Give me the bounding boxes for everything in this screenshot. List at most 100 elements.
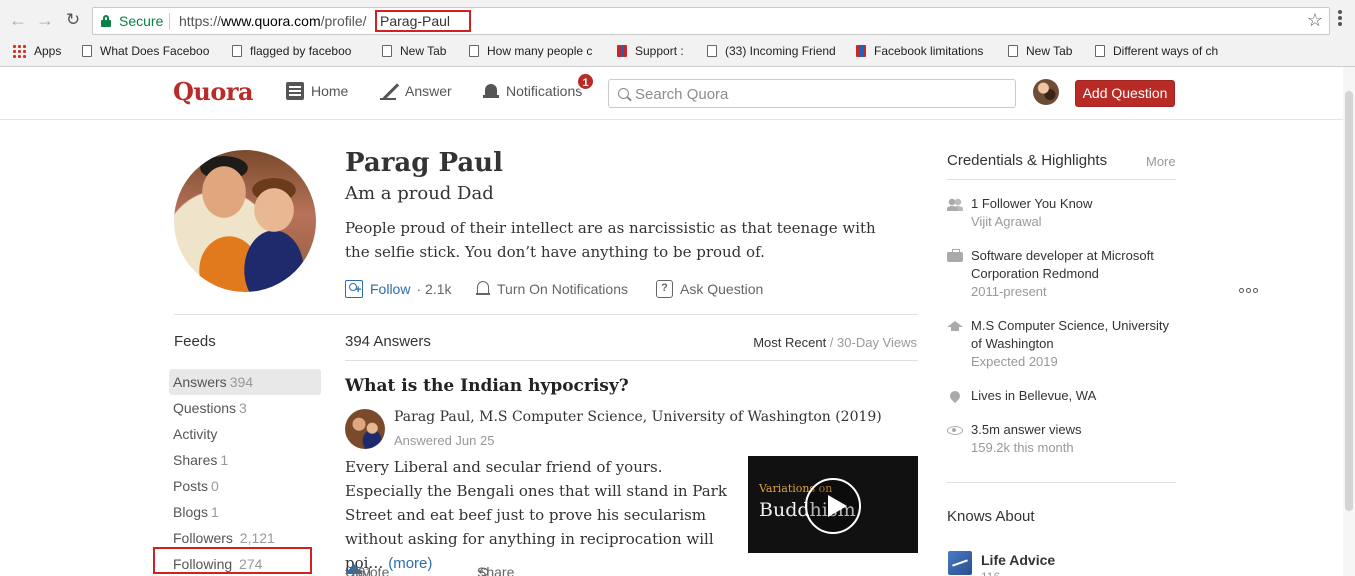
notification-badge: 1 [576, 72, 595, 91]
nav-home[interactable]: Home [286, 82, 348, 100]
bookmark-label: New Tab [400, 44, 447, 58]
page-icon [1008, 45, 1018, 57]
feed-item-answers[interactable]: Answers 394 [169, 369, 321, 395]
feed-item-posts[interactable]: Posts 0 [169, 473, 321, 499]
bookmark-star-icon[interactable]: ☆ [1307, 10, 1323, 31]
credential-text: 3.5m answer views [971, 422, 1082, 437]
profile-name: Parag Paul [345, 148, 503, 178]
question-icon: ? [656, 280, 673, 298]
nav-home-label: Home [311, 83, 349, 99]
credential-item: M.S Computer Science, University of Wash… [947, 317, 1177, 371]
upvote-button[interactable]: Upvote · 161 [345, 564, 389, 576]
profile-photo[interactable] [174, 150, 316, 292]
url-scheme: https:// [179, 13, 222, 29]
quora-logo[interactable]: Quora [173, 77, 254, 106]
nav-notifications[interactable]: Notifications [483, 82, 582, 100]
more-options-icon[interactable] [1239, 288, 1258, 293]
credential-sub[interactable]: Vijit Agrawal [971, 213, 1177, 231]
feed-item-questions[interactable]: Questions 3 [169, 395, 321, 421]
nav-answer-label: Answer [405, 83, 452, 99]
feed-item-blogs[interactable]: Blogs 1 [169, 499, 321, 525]
credential-sub: 2011-present [971, 284, 1047, 299]
topic-sub: 116 [981, 570, 1000, 576]
bookmark-item[interactable]: (33) Incoming Friend [707, 44, 841, 58]
topic-name[interactable]: Life Advice [981, 552, 1055, 568]
nav-answer[interactable]: Answer [380, 82, 452, 100]
search-icon [618, 88, 629, 99]
bookmark-label: New Tab [1026, 44, 1073, 58]
bookmark-item[interactable]: What Does Faceboo [82, 44, 212, 58]
reload-icon[interactable]: ↻ [63, 10, 83, 30]
bookmark-label: What Does Faceboo [100, 44, 210, 58]
sort-most-recent[interactable]: Most Recent [753, 335, 826, 350]
feed-item-activity[interactable]: Activity [169, 421, 321, 447]
bookmark-item[interactable]: flagged by faceboo [232, 44, 362, 58]
feed-item-shares[interactable]: Shares 1 [169, 447, 321, 473]
share-label: Share [477, 564, 515, 576]
answer-date: Answered Jun 25 [394, 433, 495, 448]
feed-label: Blogs [173, 504, 209, 520]
add-question-button[interactable]: Add Question [1075, 80, 1175, 107]
page-icon [382, 45, 392, 57]
bookmark-item[interactable]: Facebook limitations [856, 44, 992, 58]
bookmark-item[interactable]: How many people c [469, 44, 601, 58]
bookmark-apps[interactable]: Apps [12, 44, 61, 58]
ask-question-button[interactable]: ? Ask Question [656, 280, 763, 298]
bell-outline-icon [476, 280, 490, 297]
topic-icon[interactable] [948, 551, 972, 575]
knows-about-title: Knows About [947, 508, 1035, 525]
address-bar[interactable]: Secure https://www.quora.com/profile/ Pa… [92, 7, 1330, 35]
credential-item: 1 Follower You Know Vijit Agrawal [947, 195, 1177, 231]
credential-item: 3.5m answer views 159.2k this month [947, 421, 1177, 457]
play-icon[interactable] [805, 478, 861, 534]
forward-icon[interactable]: → [35, 10, 55, 30]
follow-icon [345, 280, 363, 298]
bookmark-label: (33) Incoming Friend [725, 44, 836, 58]
scrollbar-thumb[interactable] [1345, 91, 1353, 511]
bookmarks-bar: Apps What Does Faceboo flagged by facebo… [0, 40, 1355, 64]
site-icon [856, 45, 866, 57]
feed-count: 1 [220, 452, 229, 468]
page-icon [469, 45, 479, 57]
notifications-toggle-button[interactable]: Turn On Notifications [476, 280, 628, 297]
bookmark-label: flagged by faceboo [250, 44, 352, 58]
sort-30-day-views[interactable]: 30-Day Views [837, 335, 917, 350]
credential-item: Software developer at Microsoft Corporat… [947, 247, 1177, 301]
location-pin-icon [947, 388, 963, 404]
question-title[interactable]: What is the Indian hypocrisy? [345, 376, 629, 396]
back-icon[interactable]: ← [8, 10, 28, 30]
credentials-title: Credentials & Highlights [947, 152, 1108, 169]
bookmark-label: How many people c [487, 44, 593, 58]
bookmark-label: Different ways of ch [1113, 44, 1219, 58]
bookmark-item[interactable]: Support : [617, 44, 697, 58]
omnibox-divider [169, 13, 170, 30]
credential-text: 1 Follower You Know [971, 196, 1093, 211]
page-icon [707, 45, 717, 57]
page-icon [232, 45, 242, 57]
answer-actions: Upvote · 161 ⟲ Share [345, 564, 917, 576]
answer-video-thumbnail[interactable]: Variations on Buddhism [748, 456, 918, 553]
apps-grid-icon [12, 44, 26, 58]
feeds-list: Answers 394 Questions 3 Activity Shares 1 P… [169, 369, 321, 576]
page-icon [82, 45, 92, 57]
sort-options: Most Recent / 30-Day Views [753, 335, 917, 350]
url-slug-highlight: Parag-Paul [375, 10, 471, 32]
notifications-toggle-label: Turn On Notifications [497, 280, 628, 297]
search-box[interactable] [608, 79, 1016, 108]
bookmark-label: Facebook limitations [874, 44, 984, 58]
follower-count-value: 2.1k [425, 281, 452, 297]
answer-author[interactable]: Parag Paul, M.S Computer Science, Univer… [394, 409, 882, 425]
bookmark-item[interactable]: Different ways of ch [1095, 44, 1230, 58]
bookmark-item[interactable]: New Tab [382, 44, 462, 58]
browser-menu-icon[interactable] [1337, 10, 1343, 28]
follow-button[interactable]: Follow · 2.1k [345, 280, 452, 298]
page-scrollbar[interactable] [1343, 67, 1355, 576]
briefcase-icon [947, 249, 963, 262]
user-avatar[interactable] [1033, 79, 1059, 105]
credential-item: Lives in Bellevue, WA [947, 387, 1177, 405]
answer-text: Every Liberal and secular friend of your… [345, 455, 743, 576]
bookmark-item[interactable]: New Tab [1008, 44, 1088, 58]
search-input[interactable] [635, 84, 1005, 104]
answer-author-avatar[interactable] [345, 409, 385, 449]
credentials-more-link[interactable]: More [1146, 154, 1176, 169]
